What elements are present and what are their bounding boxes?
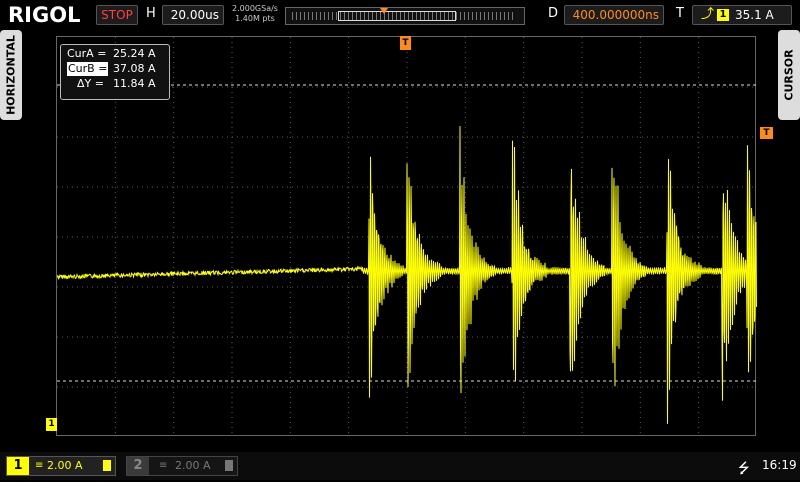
delta-y-label: ΔY =	[77, 77, 104, 90]
brand-logo: RIGOL	[8, 3, 81, 27]
channel-2-label[interactable]: 2 ≡ 2.00 A	[126, 456, 238, 476]
bandwidth-limit-icon	[225, 460, 233, 471]
memory-depth: 1.40M pts	[235, 14, 275, 23]
memory-position-ruler[interactable]	[285, 7, 525, 25]
channel-1-scale: 2.00 A	[47, 459, 83, 472]
channel-1-label[interactable]: 1 ≡ 2.00 A	[6, 456, 116, 476]
trigger-position-icon	[380, 8, 388, 14]
timebase-value[interactable]: 20.00us	[162, 5, 224, 25]
cursor-b-row: CurB = 37.08 A	[67, 62, 163, 77]
cursor-b-label[interactable]: CurB =	[67, 62, 109, 76]
cursor-a-row: CurA = 25.24 A	[67, 47, 163, 62]
horizontal-menu-tab[interactable]: HORIZONTAL	[0, 30, 22, 120]
delta-y-value: 11.84 A	[113, 77, 156, 90]
bottom-status-bar: 1 ≡ 2.00 A 2 ≡ 2.00 A ⭍ 16:19	[0, 452, 800, 480]
trigger-level-value: 35.1 A	[735, 8, 774, 22]
trigger-source-badge: 1	[717, 9, 729, 21]
memory-view-window[interactable]	[338, 11, 456, 21]
dc-coupling-icon: ≡	[35, 460, 44, 471]
cursor-a-value: 25.24 A	[113, 47, 156, 60]
cursor-readout-panel: CurA = 25.24 A CurB = 37.08 A ΔY = 11.84…	[60, 44, 170, 100]
channel-1-waveform	[57, 126, 757, 424]
channel-1-offset-marker[interactable]: 1	[46, 418, 57, 431]
channel-1-number: 1	[7, 457, 29, 475]
top-status-bar: RIGOL STOP H 20.00us 2.000GSa/s 1.40M pt…	[0, 0, 800, 30]
trigger-level-marker[interactable]: T	[760, 127, 773, 139]
channel-2-scale: 2.00 A	[175, 459, 211, 472]
delta-y-row: ΔY = 11.84 A	[67, 77, 163, 92]
dc-coupling-icon: ≡	[159, 460, 168, 471]
bandwidth-limit-icon	[103, 460, 111, 471]
acquisition-info: 2.000GSa/s 1.40M pts	[229, 4, 281, 24]
trigger-label: T	[676, 6, 684, 21]
horizontal-label: H	[146, 6, 156, 21]
rising-edge-icon: ⤴	[701, 7, 715, 22]
sample-rate: 2.000GSa/s	[232, 4, 278, 13]
system-clock: 16:19	[762, 458, 797, 472]
usb-icon: ⭍	[738, 461, 750, 477]
horizontal-tab-label: HORIZONTAL	[4, 35, 18, 115]
delay-label: D	[548, 6, 559, 21]
cursor-a-label: CurA =	[67, 47, 107, 60]
cursor-tab-label: CURSOR	[782, 49, 796, 101]
cursor-menu-tab[interactable]: CURSOR	[778, 30, 800, 120]
trigger-position-marker[interactable]: T	[400, 36, 411, 50]
trigger-delay-value[interactable]: 400.000000ns	[564, 5, 664, 25]
channel-2-number: 2	[127, 457, 149, 475]
cursor-b-value: 37.08 A	[113, 62, 156, 75]
run-stop-indicator[interactable]: STOP	[96, 5, 138, 25]
trigger-settings[interactable]: ⤴ 1 35.1 A	[692, 5, 792, 25]
